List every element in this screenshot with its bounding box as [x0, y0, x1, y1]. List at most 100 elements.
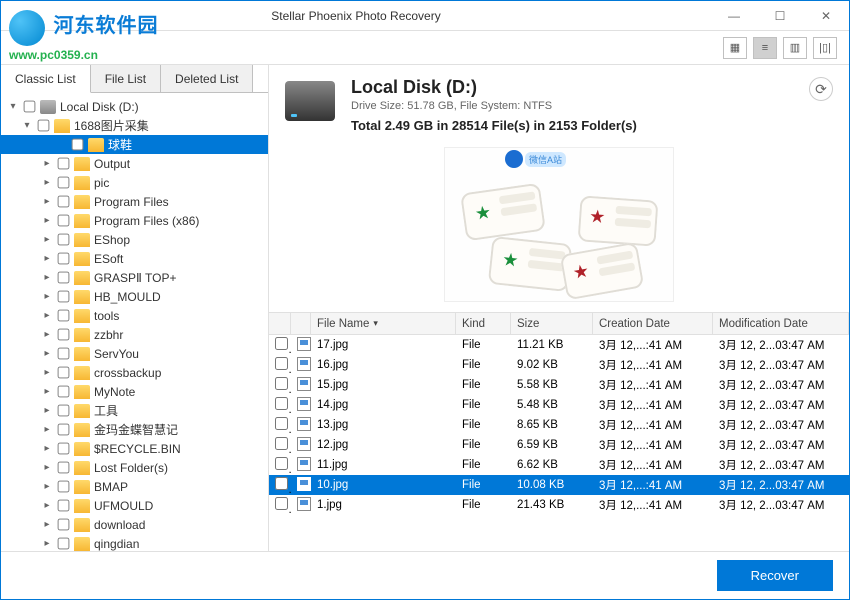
tree-item[interactable]: ▸crossbackup — [1, 363, 268, 382]
tree-checkbox[interactable] — [58, 253, 70, 265]
tree-checkbox[interactable] — [58, 500, 70, 512]
row-checkbox[interactable] — [275, 337, 288, 350]
tree-item[interactable]: ▸Lost Folder(s) — [1, 458, 268, 477]
tree-checkbox[interactable] — [38, 120, 50, 132]
tree-item-selected[interactable]: 球鞋 — [1, 135, 268, 154]
folder-tree[interactable]: ▾ Local Disk (D:) ▾ 1688图片采集 球鞋 ▸Output▸… — [1, 93, 268, 551]
tree-checkbox[interactable] — [58, 234, 70, 246]
tree-checkbox[interactable] — [58, 329, 70, 341]
expand-icon[interactable]: ▸ — [41, 158, 53, 169]
tree-checkbox[interactable] — [58, 405, 70, 417]
tree-root[interactable]: ▾ Local Disk (D:) — [1, 97, 268, 116]
tree-item[interactable]: ▸$RECYCLE.BIN — [1, 439, 268, 458]
close-button[interactable]: ✕ — [803, 1, 849, 31]
tree-checkbox[interactable] — [58, 158, 70, 170]
tree-checkbox[interactable] — [58, 196, 70, 208]
tree-item[interactable]: ▸MyNote — [1, 382, 268, 401]
view-list-icon[interactable]: ≡ — [753, 37, 777, 59]
tree-item[interactable]: ▸zzbhr — [1, 325, 268, 344]
tree-item[interactable]: ▸download — [1, 515, 268, 534]
tree-checkbox[interactable] — [58, 367, 70, 379]
tree-checkbox[interactable] — [58, 443, 70, 455]
expand-icon[interactable]: ▸ — [41, 481, 53, 492]
tree-item[interactable]: ▸Program Files — [1, 192, 268, 211]
col-modification[interactable]: Modification Date — [713, 313, 849, 334]
tree-checkbox[interactable] — [58, 386, 70, 398]
tree-checkbox[interactable] — [58, 538, 70, 550]
row-checkbox[interactable] — [275, 457, 288, 470]
row-checkbox[interactable] — [275, 357, 288, 370]
tab-deleted-list[interactable]: Deleted List — [161, 65, 253, 92]
table-row[interactable]: 11.jpgFile6.62 KB3月 12,...:41 AM3月 12, 2… — [269, 455, 849, 475]
tree-item[interactable]: ▸金玛金蝶智慧记 — [1, 420, 268, 439]
table-row[interactable]: 14.jpgFile5.48 KB3月 12,...:41 AM3月 12, 2… — [269, 395, 849, 415]
tab-classic-list[interactable]: Classic List — [1, 65, 91, 93]
col-size[interactable]: Size — [511, 313, 593, 334]
table-row[interactable]: 10.jpgFile10.08 KB3月 12,...:41 AM3月 12, … — [269, 475, 849, 495]
tree-checkbox[interactable] — [58, 291, 70, 303]
col-name[interactable]: File Name▾ — [311, 313, 456, 334]
expand-icon[interactable]: ▸ — [41, 196, 53, 207]
table-row[interactable]: 15.jpgFile5.58 KB3月 12,...:41 AM3月 12, 2… — [269, 375, 849, 395]
tree-item[interactable]: ▸Output — [1, 154, 268, 173]
tab-file-list[interactable]: File List — [91, 65, 161, 92]
view-detail-icon[interactable]: |▯| — [813, 37, 837, 59]
tree-item[interactable]: ▸tools — [1, 306, 268, 325]
tree-item[interactable]: ▸GRASPⅡ TOP+ — [1, 268, 268, 287]
minimize-button[interactable]: — — [711, 1, 757, 31]
expand-icon[interactable]: ▸ — [41, 215, 53, 226]
expand-icon[interactable]: ▸ — [41, 386, 53, 397]
tree-checkbox[interactable] — [58, 424, 70, 436]
view-columns-icon[interactable]: ▥ — [783, 37, 807, 59]
table-row[interactable]: 12.jpgFile6.59 KB3月 12,...:41 AM3月 12, 2… — [269, 435, 849, 455]
expand-icon[interactable]: ▸ — [41, 367, 53, 378]
collapse-icon[interactable]: ▾ — [7, 101, 19, 112]
expand-icon[interactable]: ▸ — [41, 329, 53, 340]
row-checkbox[interactable] — [275, 417, 288, 430]
expand-icon[interactable]: ▸ — [41, 538, 53, 549]
tree-item[interactable]: ▾ 1688图片采集 — [1, 116, 268, 135]
expand-icon[interactable]: ▸ — [41, 272, 53, 283]
expand-icon[interactable]: ▸ — [41, 424, 53, 435]
table-row[interactable]: 16.jpgFile9.02 KB3月 12,...:41 AM3月 12, 2… — [269, 355, 849, 375]
table-row[interactable]: 17.jpgFile11.21 KB3月 12,...:41 AM3月 12, … — [269, 335, 849, 355]
col-creation[interactable]: Creation Date — [593, 313, 713, 334]
refresh-button[interactable]: ⟳ — [809, 77, 833, 101]
row-checkbox[interactable] — [275, 437, 288, 450]
tree-item[interactable]: ▸Program Files (x86) — [1, 211, 268, 230]
row-checkbox[interactable] — [275, 477, 288, 490]
recover-button[interactable]: Recover — [717, 560, 833, 591]
col-kind[interactable]: Kind — [456, 313, 511, 334]
tree-checkbox[interactable] — [72, 139, 84, 151]
tree-checkbox[interactable] — [58, 348, 70, 360]
expand-icon[interactable]: ▸ — [41, 234, 53, 245]
expand-icon[interactable]: ▸ — [41, 348, 53, 359]
tree-item[interactable]: ▸qingdian — [1, 534, 268, 551]
tree-item[interactable]: ▸EShop — [1, 230, 268, 249]
expand-icon[interactable]: ▸ — [41, 291, 53, 302]
row-checkbox[interactable] — [275, 497, 288, 510]
tree-item[interactable]: ▸工具 — [1, 401, 268, 420]
table-row[interactable]: 1.jpgFile21.43 KB3月 12,...:41 AM3月 12, 2… — [269, 495, 849, 515]
tree-item[interactable]: ▸ServYou — [1, 344, 268, 363]
expand-icon[interactable]: ▸ — [41, 310, 53, 321]
tree-checkbox[interactable] — [58, 481, 70, 493]
expand-icon[interactable]: ▸ — [41, 500, 53, 511]
expand-icon[interactable]: ▸ — [41, 519, 53, 530]
tree-item[interactable]: ▸BMAP — [1, 477, 268, 496]
table-row[interactable]: 13.jpgFile8.65 KB3月 12,...:41 AM3月 12, 2… — [269, 415, 849, 435]
tree-checkbox[interactable] — [24, 101, 36, 113]
expand-icon[interactable]: ▸ — [41, 177, 53, 188]
tree-checkbox[interactable] — [58, 462, 70, 474]
row-checkbox[interactable] — [275, 377, 288, 390]
maximize-button[interactable]: ☐ — [757, 1, 803, 31]
tree-item[interactable]: ▸HB_MOULD — [1, 287, 268, 306]
tree-checkbox[interactable] — [58, 310, 70, 322]
expand-icon[interactable]: ▸ — [41, 443, 53, 454]
file-table[interactable]: File Name▾ Kind Size Creation Date Modif… — [269, 312, 849, 551]
view-grid-icon[interactable]: ▦ — [723, 37, 747, 59]
tree-checkbox[interactable] — [58, 215, 70, 227]
tree-item[interactable]: ▸pic — [1, 173, 268, 192]
expand-icon[interactable]: ▸ — [41, 462, 53, 473]
tree-checkbox[interactable] — [58, 272, 70, 284]
